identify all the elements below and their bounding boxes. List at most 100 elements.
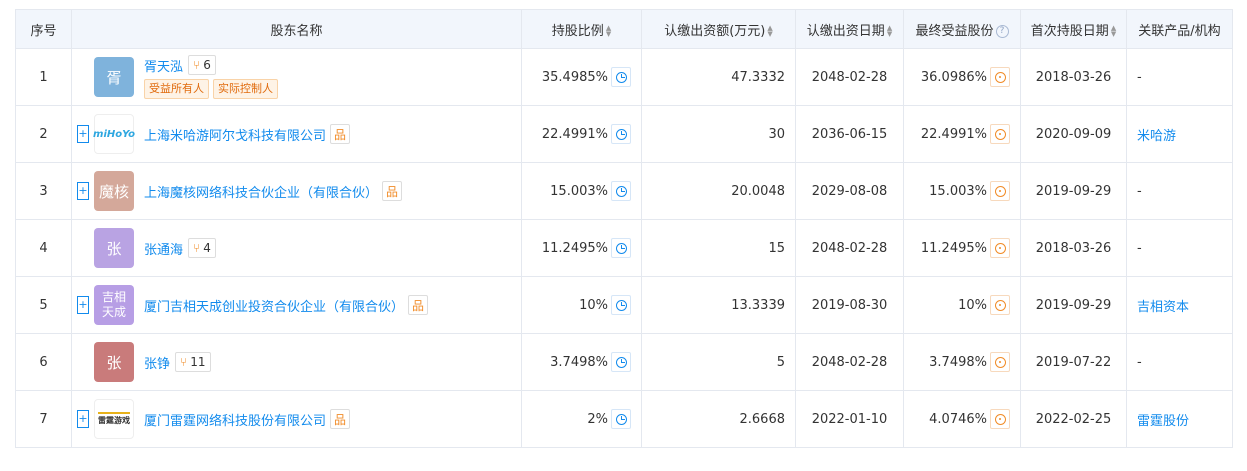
pie-chart-icon[interactable] [611,295,631,315]
sort-icon[interactable]: ▲ ▼ [767,25,772,38]
header-index: 序号 [15,9,72,49]
related-companies-badge[interactable]: ⑂ 4 [188,238,216,258]
subscribed-date: 2029-08-08 [795,162,904,220]
shareholder-name-link[interactable]: 张通海 [144,239,183,258]
beneficial-path-icon[interactable] [990,238,1010,258]
shareholder-cell: + 吉相天成 厦门吉相天成创业投资合伙企业（有限合伙） 品 [71,276,522,334]
shareholder-name-link[interactable]: 上海米哈游阿尔戈科技有限公司 [144,125,326,144]
share-ratio-value: 22.4991% [541,126,608,142]
header-first-holding-date[interactable]: 首次持股日期 ▲ ▼ [1020,9,1127,49]
share-ratio-value: 3.7498% [550,354,608,370]
share-ratio-value: 2% [587,411,608,427]
company-logo: miHoYo [93,114,135,154]
share-ratio-value: 35.4985% [541,69,608,85]
org-structure-icon[interactable]: 品 [382,181,403,201]
sort-icon[interactable]: ▲ ▼ [606,25,611,38]
first-holding-date: 2019-09-29 [1020,276,1127,334]
shareholder-name-link[interactable]: 厦门吉相天成创业投资合伙企业（有限合伙） [144,296,404,315]
row-index: 7 [15,390,72,448]
shareholder-cell: 张 张通海 ⑂ 4 [71,219,522,277]
beneficial-path-icon[interactable] [990,124,1010,144]
expand-icon[interactable]: + [77,182,89,200]
actual-controller-tag[interactable]: 实际控制人 [213,79,278,99]
final-share-value: 10% [958,297,987,313]
table-row: 7 + 雷霆游戏 厦门雷霆网络科技股份有限公司 品 2% 2.6668 2022… [15,390,1233,448]
subscribed-amount: 2.6668 [641,390,796,448]
beneficial-path-icon[interactable] [990,295,1010,315]
related-product-link[interactable]: 米哈游 [1126,105,1233,163]
pie-chart-icon[interactable] [611,352,631,372]
expand-icon[interactable]: + [77,296,89,314]
first-holding-date: 2020-09-09 [1020,105,1127,163]
final-share-value: 15.003% [929,183,987,199]
related-product-link[interactable]: 雷霆股份 [1126,390,1233,448]
final-share-cell: 3.7498% [903,333,1021,391]
expand-icon[interactable]: + [77,410,89,428]
subscribed-amount: 15 [641,219,796,277]
table-row: 3 + 魔核 上海魔核网络科技合伙企业（有限合伙） 品 15.003% 20.0… [15,162,1233,220]
header-share-ratio[interactable]: 持股比例 ▲ ▼ [521,9,642,49]
row-index: 2 [15,105,72,163]
share-ratio-value: 15.003% [550,183,608,199]
share-ratio-cell: 10% [521,276,642,334]
expand-icon[interactable]: + [77,125,89,143]
first-holding-date: 2019-09-29 [1020,162,1127,220]
subscribed-amount: 13.3339 [641,276,796,334]
row-index: 4 [15,219,72,277]
shareholder-name-link[interactable]: 胥天泓 [144,56,183,75]
org-structure-icon[interactable]: 品 [330,409,351,429]
pie-chart-icon[interactable] [611,238,631,258]
shareholder-name-link[interactable]: 上海魔核网络科技合伙企业（有限合伙） [144,182,378,201]
beneficial-path-icon[interactable] [990,67,1010,87]
share-ratio-value: 11.2495% [541,240,608,256]
avatar: 魔核 [94,171,134,211]
subscribed-date: 2048-02-28 [795,333,904,391]
pie-chart-icon[interactable] [611,124,631,144]
avatar: 张 [94,342,134,382]
org-structure-icon[interactable]: 品 [330,124,351,144]
related-product: - [1126,48,1233,106]
first-holding-date: 2018-03-26 [1020,219,1127,277]
beneficial-path-icon[interactable] [990,352,1010,372]
related-count: 4 [203,241,211,255]
shareholder-name-link[interactable]: 张铮 [144,353,170,372]
sort-icon[interactable]: ▲ ▼ [887,25,892,38]
beneficial-owner-tag[interactable]: 受益所有人 [144,79,209,99]
related-product: - [1126,219,1233,277]
subscribed-amount: 30 [641,105,796,163]
table-header-row: 序号 股东名称 持股比例 ▲ ▼ 认缴出资额(万元) ▲ ▼ 认缴出资日期 ▲ ▼ 最终受益… [15,9,1233,49]
related-companies-badge[interactable]: ⑂ 11 [175,352,211,372]
beneficial-path-icon[interactable] [990,409,1010,429]
shareholder-cell: + miHoYo 上海米哈游阿尔戈科技有限公司 品 [71,105,522,163]
share-ratio-cell: 15.003% [521,162,642,220]
help-icon[interactable]: ? [995,24,1009,38]
beneficial-path-icon[interactable] [990,181,1010,201]
related-count: 6 [203,58,211,72]
shareholder-table: 序号 股东名称 持股比例 ▲ ▼ 认缴出资额(万元) ▲ ▼ 认缴出资日期 ▲ ▼ 最终受益… [15,9,1233,448]
avatar: 胥 [94,57,134,97]
pie-chart-icon[interactable] [611,409,631,429]
header-subscribed-date-label: 认缴出资日期 [806,23,885,39]
final-share-cell: 4.0746% [903,390,1021,448]
related-companies-badge[interactable]: ⑂ 6 [188,55,216,75]
subscribed-date: 2048-02-28 [795,219,904,277]
subscribed-date: 2048-02-28 [795,48,904,106]
subscribed-date: 2022-01-10 [795,390,904,448]
sort-icon[interactable]: ▲ ▼ [1111,25,1116,38]
pie-chart-icon[interactable] [611,67,631,87]
first-holding-date: 2018-03-26 [1020,48,1127,106]
shareholder-cell: + 雷霆游戏 厦门雷霆网络科技股份有限公司 品 [71,390,522,448]
related-product: - [1126,162,1233,220]
pie-chart-icon[interactable] [611,181,631,201]
subscribed-amount: 20.0048 [641,162,796,220]
header-subscribed-amount[interactable]: 认缴出资额(万元) ▲ ▼ [641,9,796,49]
related-count: 11 [190,355,206,369]
table-row: 4 张 张通海 ⑂ 4 11.2495% 15 2048-02-28 11.249… [15,219,1233,277]
header-subscribed-date[interactable]: 认缴出资日期 ▲ ▼ [795,9,904,49]
shareholder-name-link[interactable]: 厦门雷霆网络科技股份有限公司 [144,410,326,429]
org-structure-icon[interactable]: 品 [408,295,429,315]
share-ratio-cell: 3.7498% [521,333,642,391]
final-share-cell: 10% [903,276,1021,334]
related-product-link[interactable]: 吉相资本 [1126,276,1233,334]
final-share-value: 11.2495% [920,240,987,256]
